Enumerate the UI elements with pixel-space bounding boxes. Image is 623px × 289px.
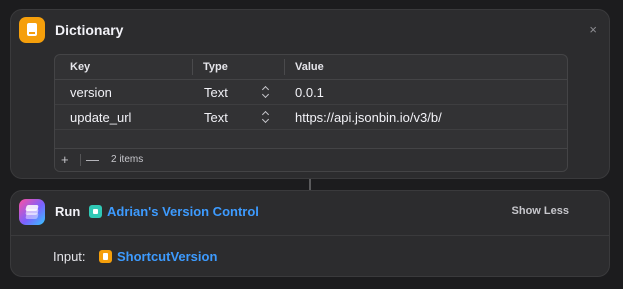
show-less-button[interactable]: Show Less [512,205,569,217]
column-divider [192,59,193,75]
type-stepper-icon[interactable] [262,85,270,99]
shortcut-parameter[interactable]: Adrian's Version Control [89,204,259,219]
dictionary-variable-icon [99,250,112,263]
table-header: Key Type Value [55,55,567,80]
table-row[interactable]: version Text 0.0.1 [55,80,567,105]
close-icon[interactable]: × [589,22,597,37]
column-header-type[interactable]: Type [203,61,228,73]
shortcut-glyph-icon [89,205,102,218]
action-title: Dictionary [55,22,124,38]
column-divider [284,59,285,75]
input-label: Input: [53,249,86,264]
table-row[interactable]: update_url Text https://api.jsonbin.io/v… [55,105,567,130]
row-value[interactable]: https://api.jsonbin.io/v3/b/ [295,110,442,125]
add-item-button[interactable]: + [61,152,69,167]
column-header-value[interactable]: Value [295,61,324,73]
item-count: 2 items [111,154,144,165]
row-type[interactable]: Text [204,85,228,100]
footer-divider [80,154,81,166]
column-header-key[interactable]: Key [70,61,90,73]
shortcuts-icon [19,199,45,225]
row-type[interactable]: Text [204,110,228,125]
row-key[interactable]: update_url [70,110,131,125]
shortcut-name: Adrian's Version Control [107,204,259,219]
run-shortcut-action-card: Run Adrian's Version Control Show Less I… [10,190,610,277]
input-variable-name: ShortcutVersion [117,249,218,264]
input-parameter[interactable]: ShortcutVersion [99,249,217,264]
row-key[interactable]: version [70,85,112,100]
dictionary-action-card: Dictionary × Key Type Value version Text… [10,9,610,179]
action-connector [309,179,311,190]
table-footer: + — 2 items [55,148,567,171]
row-value[interactable]: 0.0.1 [295,85,324,100]
type-stepper-icon[interactable] [262,110,270,124]
divider [11,235,609,236]
run-label: Run [55,204,81,219]
remove-item-button[interactable]: — [86,152,99,167]
book-icon [19,17,45,43]
dictionary-table: Key Type Value version Text 0.0.1 update… [54,54,568,172]
